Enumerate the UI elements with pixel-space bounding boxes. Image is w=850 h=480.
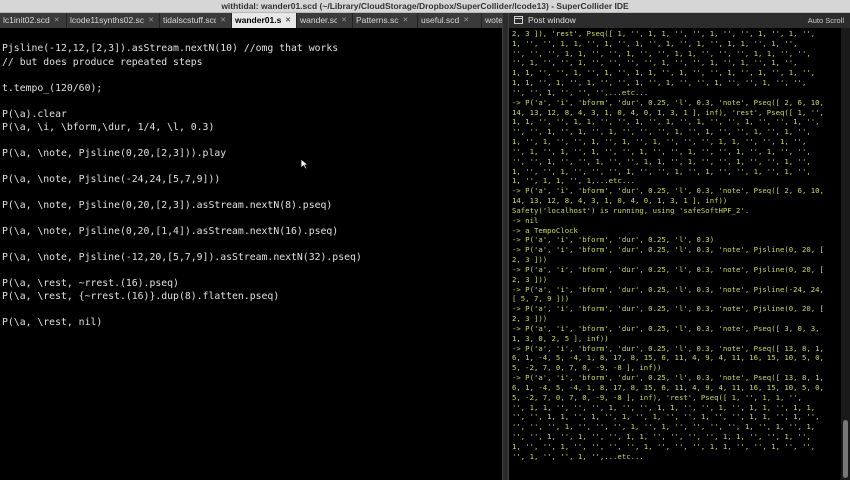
pane-splitter[interactable] [502, 13, 509, 480]
post-line: '', '', 1, 1, '', 1, '', 1, '', 1, '', '… [512, 412, 820, 422]
auto-scroll-toggle[interactable]: Auto Scroll [808, 13, 844, 28]
code-editor[interactable]: Pjsline(-12,12,[2,3]).asStream.nextN(10)… [0, 28, 502, 480]
post-line: 1, '', 1, 1, '', 1,...etc... [512, 176, 636, 186]
post-line: 14, 13, 12, 8, 4, 3, 1, 0, 4, 0, 1, 3, 1… [512, 196, 728, 206]
tab-close-icon[interactable]: ✕ [148, 13, 154, 28]
post-line: 5, -2, 7, 0, 7, 0, -9, -8 ], inf), 'rest… [512, 392, 802, 402]
post-line: 1, 1, '', '', 1, '', 1, '', 1, 1, '', 1,… [512, 68, 816, 78]
post-line: -> P('a', 'i', 'bform', 'dur', 0.25, 'l'… [512, 245, 824, 255]
code-line[interactable]: Pjsline(-12,12,[2,3]).asStream.nextN(10)… [2, 42, 338, 55]
post-line: 1, 3, 0, 2, 5 ], inf)) [512, 333, 609, 343]
post-line: -> P('a', 'i', 'bform', 'dur', 0.25, 'l'… [512, 304, 824, 314]
tab-label: tidalscstuff.scd [163, 15, 217, 25]
post-line: 2, 3 ])) [512, 255, 548, 265]
tab-5[interactable]: Patterns.sc ✕ [353, 13, 418, 28]
post-line: 2, 3 ])) [512, 274, 548, 284]
scrollbar-thumb[interactable] [843, 420, 848, 478]
code-line[interactable]: P(\a, \note, Pjsline(0,20,[2,3]).asStrea… [2, 199, 332, 212]
code-line[interactable]: P(\a, \note, Pjsline(-12,20,[5,7,9]).asS… [2, 251, 362, 264]
tab-label: Patterns.sc [356, 15, 399, 25]
post-line: 1, '', '', 1, '', '', '', 1, '', '', 1, … [512, 166, 811, 176]
tab-close-icon[interactable]: ✕ [463, 13, 469, 28]
mouse-cursor-icon [300, 158, 309, 170]
code-line[interactable]: P(\a, \note, Pjsline(0,20,[1,4]).asStrea… [2, 225, 338, 238]
post-line: 1, '', '', 1, '', '', '', '', 1, '', '',… [512, 441, 816, 451]
code-line[interactable]: P(\a, \rest, nil) [2, 316, 102, 329]
post-line: '', '', 1, '', '', '',...etc... [512, 87, 649, 97]
post-line: 2, 3 ]), 'rest', Pseq([ 1, '', 1, 1, '',… [512, 29, 816, 38]
window-title: withtidal: wander01.scd (~/Library/Cloud… [0, 0, 850, 13]
post-line: [ 5, 7, 9 ])) [512, 294, 570, 304]
tab-label: lc1init02.scd [3, 15, 50, 25]
tab-0[interactable]: lc1init02.scd ✕ [0, 13, 67, 28]
code-line[interactable]: P(\a, \rest, ~rrest.(16).pseq) [2, 277, 179, 290]
post-line: -> P('a', 'i', 'bform', 'dur', 0.25, 'l'… [512, 264, 824, 274]
tab-4[interactable]: wander.sc ✕ [297, 13, 353, 28]
tab-label: wander01.scd [235, 15, 282, 25]
document-tab-bar: lc1init02.scd ✕ lcode11synths02.scd ✕ tidals… [0, 13, 502, 28]
tab-close-icon[interactable]: ✕ [403, 13, 409, 28]
post-window-output[interactable]: 2, 3 ]), 'rest', Pseq([ 1, '', 1, 1, '',… [509, 28, 841, 480]
post-line: 1, '', '', 1, 1, '', 1, '', 1, '', 1, ''… [512, 38, 798, 48]
post-line: 1, 1, '', 1, '', 1, '', '', 1, '', 1, ''… [512, 78, 807, 88]
post-line: -> a TempoClock [512, 225, 578, 235]
post-line: '', '', 1, '', '', 1, '', '', 1, 1, '', … [512, 156, 811, 166]
post-line: '', 1, 1, '', '', '', 1, '', '', 1, 1, '… [512, 402, 816, 412]
tab-close-icon[interactable]: ✕ [220, 13, 226, 28]
code-line[interactable]: P(\a).clear [2, 108, 67, 121]
post-line: 6, 1, -4, 5, -4, 1, 8, 17, 8, 15, 6, 11,… [512, 382, 824, 392]
tab-label: useful.scd [421, 15, 460, 25]
post-line: 1, 1, '', '', 1, 1, '', '', 1, '', 1, ''… [512, 117, 820, 127]
code-line[interactable]: P(\a, \note, Pjsline(0,20,[2,3])).play [2, 147, 226, 160]
tab-label: wote [485, 15, 502, 25]
post-line: -> P('a', 'i', 'bform', 'dur', 0.25, 'l'… [512, 284, 824, 294]
post-line: '', '', '', 1, '', '', '', 1, '', 1, '',… [512, 422, 816, 432]
post-line: '', '', '', 1, 1, '', '', 1, '', '', 1, … [512, 48, 811, 58]
tab-2[interactable]: tidalscstuff.scd ✕ [160, 13, 232, 28]
tab-3[interactable]: wander01.scd✕ [232, 13, 297, 28]
post-line: '', '', 1, '', 1, '', '', 1, 1, '', '', … [512, 432, 811, 442]
post-line: -> P('a', 'i', 'bform', 'dur', 0.25, 'l'… [512, 343, 824, 353]
post-line: -> P('a', 'i', 'bform', 'dur', 0.25, 'l'… [512, 186, 824, 196]
post-line: '', 1, '', '', 1, '', '', '', '', 1, '',… [512, 58, 798, 68]
post-line: '', 1, '', 1, '', 1, '', '', 1, '', '', … [512, 146, 811, 156]
post-window-title: Post window [528, 15, 576, 25]
code-line[interactable]: t.tempo_(120/60); [2, 82, 102, 95]
post-line: '', '', 1, '', 1, '', 1, '', '', '', 1, … [512, 127, 811, 137]
tab-label: wander.sc [300, 15, 338, 25]
post-line: -> P('a', 'i', 'bform', 'dur', 0.25, 'l'… [512, 323, 820, 333]
post-line: '', 1, '', '', 1, '',...etc... [512, 451, 644, 461]
code-line[interactable]: P(\a, \rest, {~rrest.(16)}.dup(8).flatte… [2, 290, 279, 303]
post-window-header: Post window Auto Scroll [509, 13, 850, 28]
post-line: -> P('a', 'i', 'bform', 'dur', 0.25, 'l'… [512, 235, 715, 245]
post-line: 2, 3 ])) [512, 314, 548, 324]
post-line: -> P('a', 'i', 'bform', 'dur', 0.25, 'l'… [512, 373, 824, 383]
post-line: -> P('a', 'i', 'bform', 'dur', 0.25, 'l'… [512, 97, 824, 107]
post-window-scrollbar[interactable] [841, 28, 850, 480]
code-line[interactable]: // but does produce repeated steps [2, 56, 203, 69]
tab-close-icon[interactable]: ✕ [341, 13, 347, 28]
post-line: 6, 1, -4, 5, -4, 1, 8, 17, 8, 15, 6, 11,… [512, 353, 824, 363]
code-line[interactable]: P(\a, \note, Pjsline(-24,24,[5,7,9])) [2, 173, 220, 186]
tab-7[interactable]: wote [482, 13, 502, 28]
tab-label: lcode11synths02.scd [70, 15, 145, 25]
post-line: 14, 13, 12, 8, 4, 3, 1, 0, 4, 0, 1, 3, 1… [512, 107, 824, 117]
tab-close-icon[interactable]: ✕ [54, 13, 60, 28]
window-icon [514, 16, 523, 24]
post-line: 5, -2, 7, 0, 7, 0, -9, -8 ], inf)) [512, 363, 662, 373]
post-line: Safety('localhost') is running, using 's… [512, 205, 750, 215]
tab-6[interactable]: useful.scd ✕ [418, 13, 482, 28]
tab-close-icon[interactable]: ✕ [285, 13, 291, 28]
post-line: 1, '', 1, '', '', 1, '', 1, '', 1, '', '… [512, 137, 807, 147]
post-line: -> nil [512, 215, 539, 225]
tab-1[interactable]: lcode11synths02.scd ✕ [67, 13, 160, 28]
code-line[interactable]: P(\a, \i, \bform,\dur, 1/4, \l, 0.3) [2, 121, 214, 134]
